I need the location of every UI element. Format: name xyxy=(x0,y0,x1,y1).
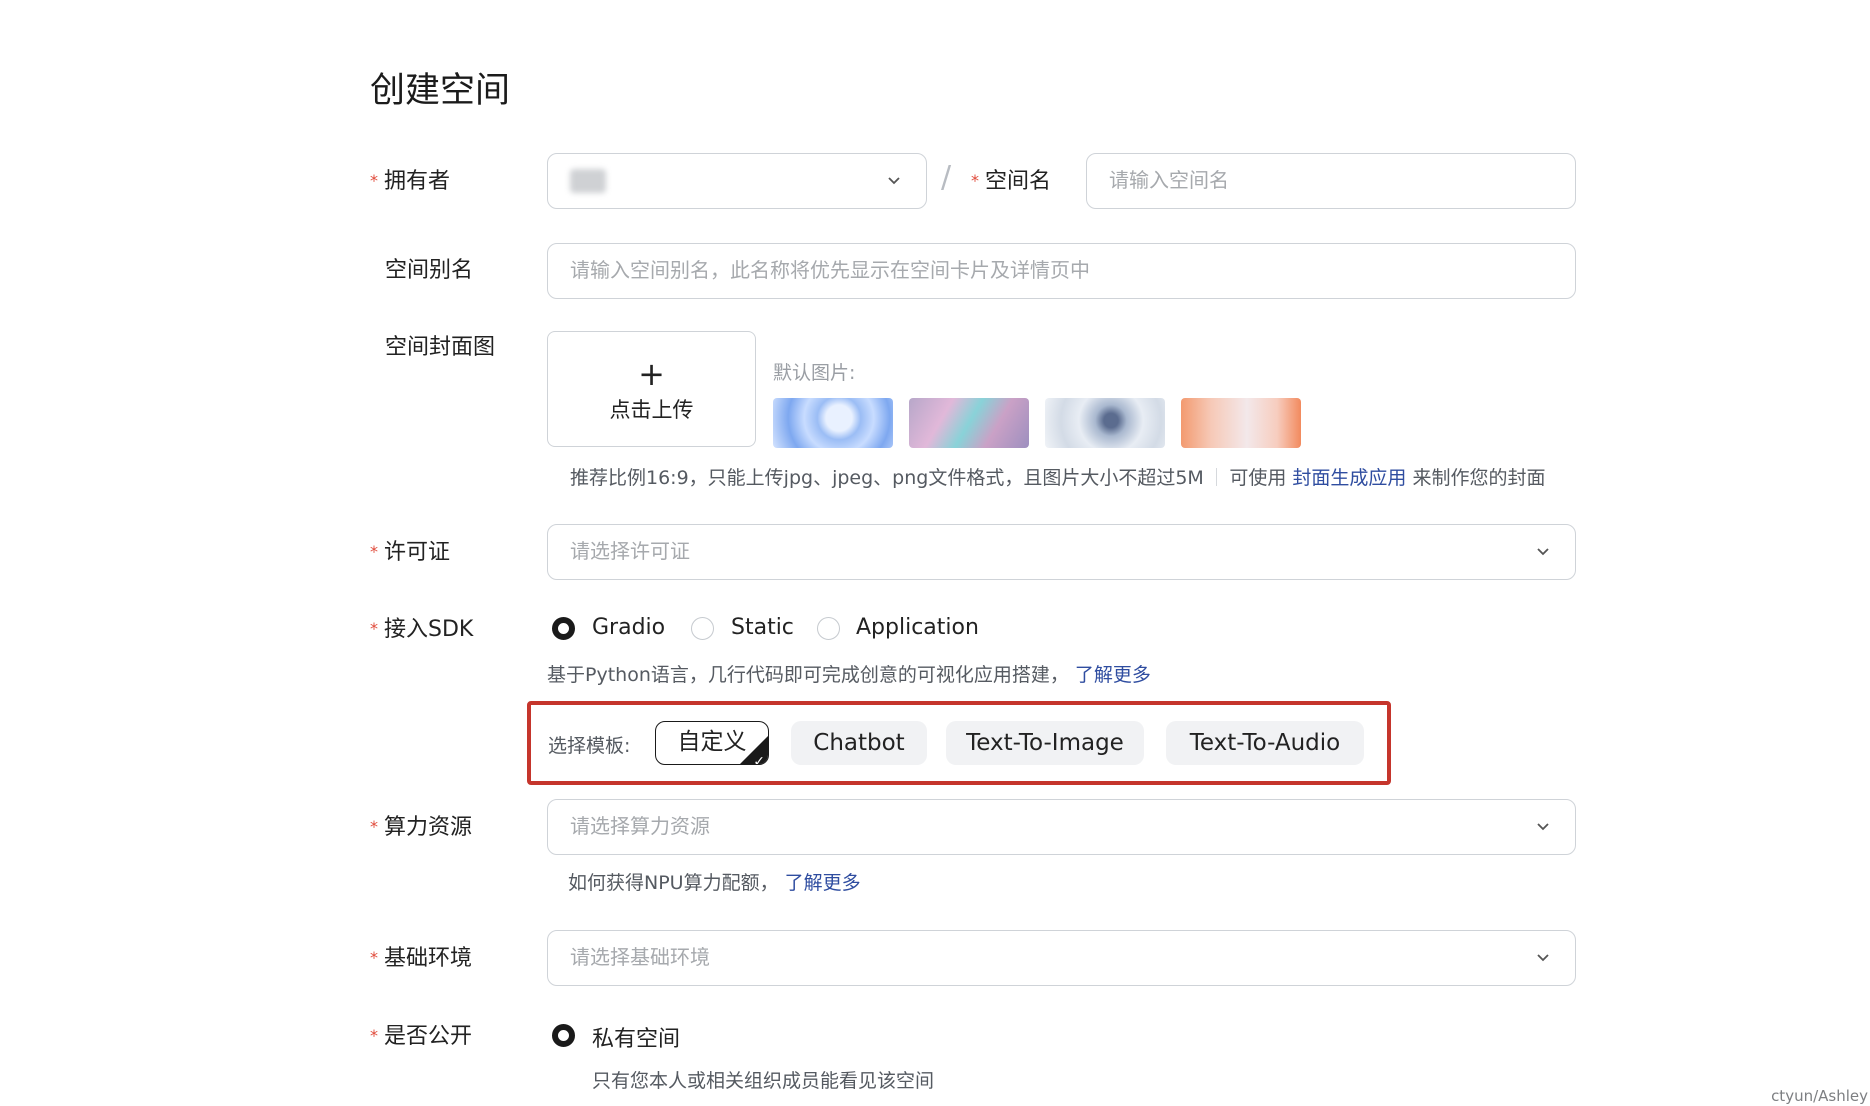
page-title: 创建空间 xyxy=(370,71,511,111)
plus-icon: + xyxy=(638,355,665,393)
required-star: * xyxy=(370,171,378,190)
template-chip-chatbot[interactable]: Chatbot xyxy=(791,721,927,765)
template-chip-text-to-image[interactable]: Text-To-Image xyxy=(946,721,1144,765)
required-star: * xyxy=(370,948,378,967)
divider xyxy=(1215,468,1218,486)
sdk-option-static[interactable]: Static xyxy=(731,615,794,640)
sdk-description-text: 基于Python语言，几行代码即可完成创意的可视化应用搭建， xyxy=(547,664,1069,686)
owner-select[interactable] xyxy=(547,153,927,209)
visibility-label: 是否公开 xyxy=(384,1024,473,1049)
environment-select[interactable]: 请选择基础环境 xyxy=(547,930,1576,986)
upload-label: 点击上传 xyxy=(609,398,694,422)
environment-placeholder: 请选择基础环境 xyxy=(570,945,710,969)
required-star: * xyxy=(370,542,378,561)
required-star: * xyxy=(370,817,378,836)
separator-slash: / xyxy=(941,160,952,195)
sdk-radio-static[interactable] xyxy=(691,617,714,640)
template-label: 选择模板: xyxy=(548,735,631,757)
cover-hint-prefix: 可使用 xyxy=(1229,467,1287,489)
visibility-description: 只有您本人或相关组织成员能看见该空间 xyxy=(592,1070,935,1092)
license-label-row: * 许可证 xyxy=(370,524,450,580)
sdk-radio-application[interactable] xyxy=(817,617,840,640)
license-select[interactable]: 请选择许可证 xyxy=(547,524,1576,580)
compute-hint-text: 如何获得NPU算力配额， xyxy=(568,872,779,894)
default-cover-1[interactable] xyxy=(773,398,893,448)
sdk-label-row: * 接入SDK xyxy=(370,601,473,657)
sdk-learn-more-link[interactable]: 了解更多 xyxy=(1075,664,1151,686)
compute-learn-more-link[interactable]: 了解更多 xyxy=(785,872,861,894)
visibility-option-private[interactable]: 私有空间 xyxy=(592,1021,680,1053)
compute-label-row: * 算力资源 xyxy=(370,799,472,855)
default-cover-3[interactable] xyxy=(1045,398,1165,448)
template-chip-custom-label: 自定义 xyxy=(677,729,747,755)
environment-label: 基础环境 xyxy=(384,946,473,971)
chevron-down-icon xyxy=(1537,954,1549,962)
alias-label-row: 空间别名 xyxy=(370,243,473,299)
watermark: ctyun/Ashley xyxy=(1771,1087,1868,1105)
sdk-option-application[interactable]: Application xyxy=(856,615,979,640)
space-name-input[interactable]: 请输入空间名 xyxy=(1086,153,1576,209)
cover-label-row: 空间封面图 xyxy=(370,320,495,376)
owner-avatar-blurred xyxy=(570,169,606,193)
cover-label: 空间封面图 xyxy=(385,335,496,360)
default-cover-2[interactable] xyxy=(909,398,1029,448)
alias-placeholder: 请输入空间别名，此名称将优先显示在空间卡片及详情页中 xyxy=(570,258,1090,282)
environment-label-row: * 基础环境 xyxy=(370,930,472,986)
space-name-label: 空间名 xyxy=(985,169,1052,194)
space-name-placeholder: 请输入空间名 xyxy=(1109,168,1229,192)
compute-placeholder: 请选择算力资源 xyxy=(570,814,710,838)
compute-label: 算力资源 xyxy=(384,815,473,840)
license-label: 许可证 xyxy=(384,540,451,565)
cover-hint: 推荐比例16:9，只能上传jpg、jpeg、png文件格式，且图片大小不超过5M… xyxy=(570,463,1545,490)
required-star: * xyxy=(370,619,378,638)
default-images-label: 默认图片: xyxy=(773,362,856,384)
owner-label-row: * 拥有者 xyxy=(370,153,450,209)
chevron-down-icon xyxy=(888,177,900,185)
cover-generator-link[interactable]: 封面生成应用 xyxy=(1292,467,1406,489)
required-star: * xyxy=(971,171,979,190)
template-chip-text-to-audio[interactable]: Text-To-Audio xyxy=(1166,721,1364,765)
compute-select[interactable]: 请选择算力资源 xyxy=(547,799,1576,855)
alias-input[interactable]: 请输入空间别名，此名称将优先显示在空间卡片及详情页中 xyxy=(547,243,1576,299)
cover-hint-text: 推荐比例16:9，只能上传jpg、jpeg、png文件格式，且图片大小不超过5M xyxy=(570,467,1204,489)
license-placeholder: 请选择许可证 xyxy=(570,539,690,563)
chevron-down-icon xyxy=(1537,823,1549,831)
sdk-option-gradio[interactable]: Gradio xyxy=(592,615,665,640)
default-cover-4[interactable] xyxy=(1181,398,1301,448)
cover-hint-suffix: 来制作您的封面 xyxy=(1412,467,1546,489)
space-name-label-row: * 空间名 xyxy=(971,153,1051,209)
cover-upload-button[interactable]: + 点击上传 xyxy=(547,331,756,447)
sdk-radio-gradio[interactable] xyxy=(552,617,575,640)
template-chip-custom[interactable]: 自定义 ✓ xyxy=(655,721,769,765)
visibility-label-row: * 是否公开 xyxy=(370,1008,472,1064)
required-star: * xyxy=(370,1026,378,1045)
checkmark-icon: ✓ xyxy=(753,754,765,765)
visibility-radio-private[interactable] xyxy=(552,1024,575,1047)
alias-label: 空间别名 xyxy=(385,258,474,283)
sdk-label: 接入SDK xyxy=(384,617,474,642)
compute-hint: 如何获得NPU算力配额， 了解更多 xyxy=(568,868,861,895)
owner-label: 拥有者 xyxy=(384,169,451,194)
chevron-down-icon xyxy=(1537,548,1549,556)
sdk-description: 基于Python语言，几行代码即可完成创意的可视化应用搭建， 了解更多 xyxy=(547,660,1151,687)
